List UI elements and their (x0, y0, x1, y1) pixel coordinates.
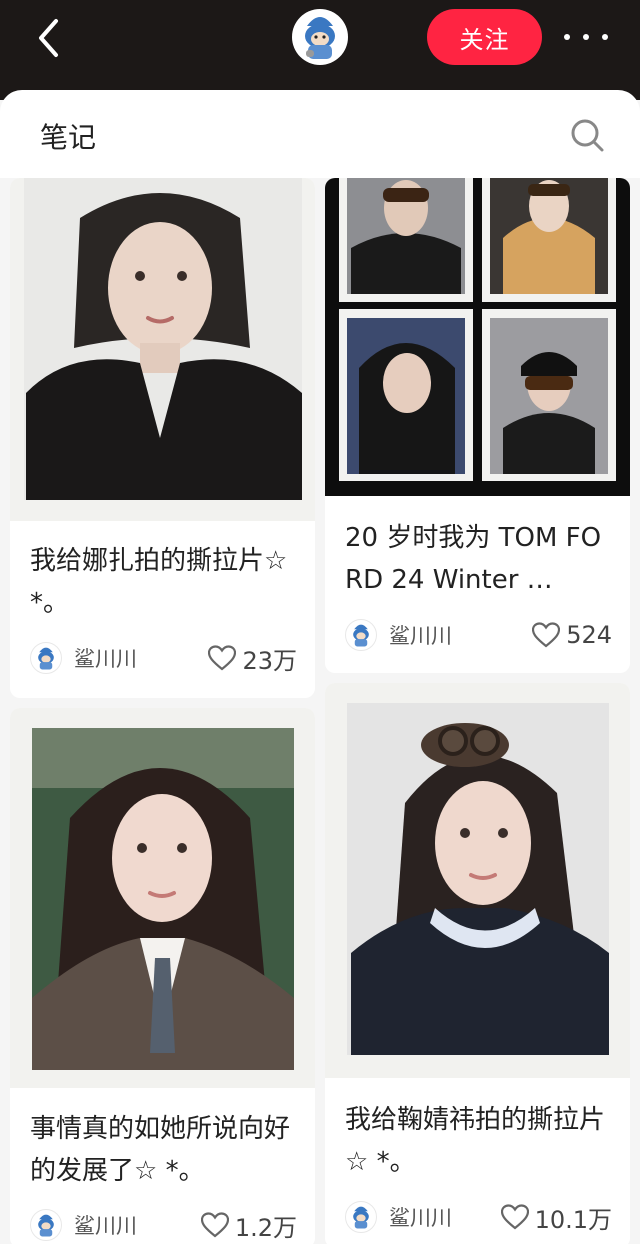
note-card[interactable]: 20 岁时我为 TOM FORD 24 Winter … 鲨川川 524 (325, 178, 630, 673)
search-icon (571, 119, 604, 152)
more-button[interactable] (558, 20, 614, 54)
note-card[interactable]: 事情真的如她所说向好的发展了☆ *。 鲨川川 1.2万 (10, 708, 315, 1244)
author-avatar-small (345, 1201, 377, 1233)
grid-photo (339, 178, 616, 481)
author-avatar-small (30, 1209, 62, 1241)
like-count[interactable]: 1.2万 (200, 1208, 297, 1242)
note-card[interactable]: 我给娜扎拍的撕拉片☆ *。 鲨川川 23万 (10, 178, 315, 698)
author-avatar-small (345, 619, 377, 651)
notes-header: 笔记 (0, 90, 640, 178)
note-title: 事情真的如她所说向好的发展了☆ *。 (30, 1114, 291, 1186)
author-name: 鲨川川 (74, 1214, 137, 1238)
note-cover-image (10, 708, 315, 1088)
shark-avatar-icon (38, 647, 54, 670)
like-count-value: 524 (566, 621, 612, 649)
back-button[interactable] (28, 14, 68, 62)
follow-button[interactable]: 关注 (427, 9, 542, 65)
like-count-value: 10.1万 (534, 1205, 612, 1234)
shark-avatar-icon (353, 1206, 369, 1229)
like-count[interactable]: 524 (532, 618, 612, 652)
note-cover-image (325, 683, 630, 1078)
like-count-value: 23万 (242, 646, 297, 675)
like-count-value: 1.2万 (234, 1213, 297, 1242)
note-cover-image (325, 178, 630, 496)
like-count[interactable]: 10.1万 (500, 1200, 612, 1234)
more-icon (564, 34, 570, 40)
search-button[interactable] (568, 116, 608, 156)
note-title: 20 岁时我为 TOM FORD 24 Winter … (345, 523, 602, 595)
author-name: 鲨川川 (74, 647, 137, 671)
heart-icon (532, 622, 561, 648)
portrait-photo (32, 728, 294, 1070)
note-card[interactable]: 我给鞠婧祎拍的撕拉片☆ *。 鲨川川 10.1万 (325, 683, 630, 1244)
portrait-photo (347, 703, 609, 1055)
section-title: 笔记 (40, 121, 97, 154)
note-author[interactable]: 鲨川川 (345, 618, 452, 652)
note-title: 我给娜扎拍的撕拉片☆ *。 (30, 546, 288, 618)
author-name: 鲨川川 (389, 1206, 452, 1230)
like-count[interactable]: 23万 (208, 641, 297, 675)
shark-avatar-icon (353, 624, 369, 647)
heart-icon (500, 1204, 529, 1230)
author-avatar[interactable] (292, 9, 348, 65)
note-author[interactable]: 鲨川川 (30, 641, 137, 675)
heart-icon (208, 645, 237, 671)
shark-avatar-icon (38, 1214, 54, 1237)
author-name: 鲨川川 (389, 624, 452, 648)
note-author[interactable]: 鲨川川 (30, 1208, 137, 1242)
note-cover-image (10, 178, 315, 521)
note-title: 我给鞠婧祎拍的撕拉片☆ *。 (345, 1105, 606, 1177)
shark-avatar-icon (305, 17, 335, 59)
heart-icon (200, 1212, 229, 1238)
back-icon (39, 19, 58, 57)
author-avatar-small (30, 642, 62, 674)
top-bar: 关注 (0, 0, 640, 100)
note-author[interactable]: 鲨川川 (345, 1200, 452, 1234)
portrait-photo (24, 178, 302, 500)
